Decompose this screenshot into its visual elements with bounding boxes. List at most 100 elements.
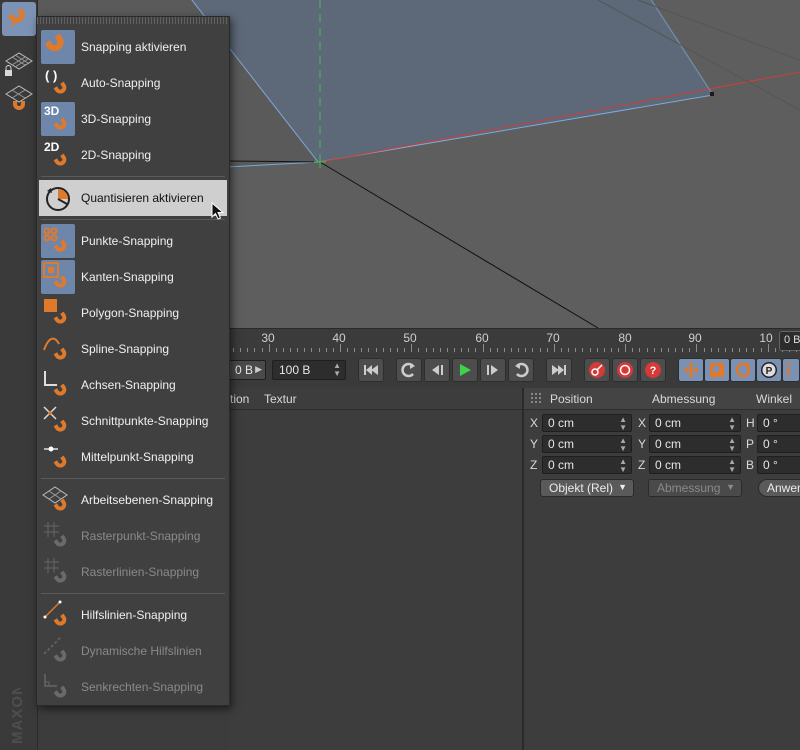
menu-item-achsen-snapping[interactable]: Achsen-Snapping bbox=[39, 367, 227, 403]
transport-bar: 0 B ▶ 100 B ▲ ▼ ? P bbox=[228, 353, 800, 387]
position-z-field[interactable]: 0 cm ▲ ▼ bbox=[542, 456, 632, 474]
apply-button-label: Anwenden bbox=[767, 481, 800, 495]
key-parameter-button[interactable]: P bbox=[756, 358, 782, 382]
edge-snap-icon bbox=[41, 260, 75, 294]
position-y-field[interactable]: 0 cm ▲ ▼ bbox=[542, 435, 632, 453]
tick-mark bbox=[710, 348, 712, 352]
svg-text:?: ? bbox=[650, 365, 657, 377]
menu-item-3d-snapping[interactable]: 3D 3D-Snapping bbox=[39, 101, 227, 137]
spinner-icon: ▲ ▼ bbox=[728, 415, 736, 432]
play-button[interactable] bbox=[452, 358, 478, 382]
tick-mark bbox=[275, 348, 277, 352]
menu-item-mittelpunkt-snapping[interactable]: Mittelpunkt-Snapping bbox=[39, 439, 227, 475]
chevron-down-icon: ▼ bbox=[726, 482, 735, 492]
step-forward-key-button[interactable] bbox=[508, 358, 534, 382]
record-key-button[interactable] bbox=[584, 358, 610, 382]
menu-item-rasterlinien-snapping[interactable]: Rasterlinien-Snapping bbox=[39, 554, 227, 590]
key-position-button[interactable] bbox=[678, 358, 704, 382]
menu-item-arbeitsebenen-snapping[interactable]: Arbeitsebenen-Snapping bbox=[39, 482, 227, 518]
position-x-field[interactable]: 0 cm ▲ ▼ bbox=[542, 414, 632, 432]
menu-item-label: Kanten-Snapping bbox=[81, 270, 174, 284]
column-header-texture[interactable]: Textur bbox=[264, 392, 297, 406]
guide-snap-icon bbox=[41, 598, 75, 632]
tick-mark bbox=[297, 348, 299, 352]
menu-item-spline-snapping[interactable]: Spline-Snapping bbox=[39, 331, 227, 367]
tick-mark bbox=[361, 348, 363, 352]
previous-frame-button[interactable] bbox=[424, 358, 450, 382]
menu-item-label: 3D-Snapping bbox=[81, 112, 152, 126]
tick-label: 50 bbox=[403, 331, 417, 345]
tick-mark bbox=[746, 348, 748, 352]
column-header-fragment[interactable]: tion bbox=[230, 392, 249, 406]
menu-grip[interactable] bbox=[37, 17, 229, 24]
tick-mark bbox=[382, 348, 384, 352]
svg-text:( ): ( ) bbox=[45, 68, 57, 83]
size-mode-dropdown[interactable]: Abmessung ▼ bbox=[648, 479, 742, 497]
menu-item-auto-snapping[interactable]: ( ) Auto-Snapping bbox=[39, 65, 227, 101]
menu-item-schnittpunkte-snapping[interactable]: Schnittpunkte-Snapping bbox=[39, 403, 227, 439]
tick-mark bbox=[774, 348, 776, 352]
menu-item-dynamische-hilfslinien[interactable]: Dynamische Hilfslinien bbox=[39, 633, 227, 669]
workplane-icon bbox=[5, 85, 33, 110]
tick-mark bbox=[375, 348, 377, 352]
tick-mark bbox=[268, 344, 270, 352]
end-frame-field[interactable]: 100 B ▲ ▼ bbox=[272, 360, 346, 380]
tick-mark bbox=[304, 348, 306, 352]
tick-mark bbox=[475, 348, 477, 352]
go-to-end-button[interactable] bbox=[546, 358, 572, 382]
apply-button[interactable]: Anwenden bbox=[758, 479, 800, 497]
grid-point-snap-icon bbox=[41, 519, 75, 553]
coordinate-mode-dropdown[interactable]: Objekt (Rel) ▼ bbox=[540, 479, 634, 497]
magnet-icon bbox=[8, 8, 25, 26]
menu-item-label: Auto-Snapping bbox=[81, 76, 161, 90]
key-scale-button[interactable] bbox=[704, 358, 730, 382]
timeline-ruler[interactable]: 30 40 50 60 70 80 90 10 bbox=[228, 328, 800, 352]
key-rotation-button[interactable] bbox=[730, 358, 756, 382]
quantize-icon bbox=[41, 181, 75, 215]
tick-mark bbox=[354, 348, 356, 352]
start-frame-field[interactable]: 0 B ▶ bbox=[228, 360, 266, 380]
go-to-start-button[interactable] bbox=[358, 358, 384, 382]
menu-item-quantisieren-aktivieren[interactable]: Quantisieren aktivieren bbox=[39, 180, 227, 216]
menu-item-2d-snapping[interactable]: 2D 2D-Snapping bbox=[39, 137, 227, 173]
next-frame-button[interactable] bbox=[480, 358, 506, 382]
snapping-toggle-button[interactable] bbox=[2, 2, 36, 36]
tick-mark bbox=[589, 348, 591, 352]
menu-item-polygon-snapping[interactable]: Polygon-Snapping bbox=[39, 295, 227, 331]
question-icon: ? bbox=[645, 362, 661, 378]
menu-item-label: Snapping aktivieren bbox=[81, 40, 187, 54]
key-point-level-button[interactable] bbox=[782, 358, 800, 382]
current-frame-field[interactable]: 0 B bbox=[779, 331, 800, 351]
rotation-b-label: B bbox=[746, 458, 755, 472]
tick-mark bbox=[625, 344, 627, 352]
size-header: Abmessung bbox=[652, 392, 716, 406]
axis-snap-icon bbox=[41, 368, 75, 402]
brand-text: MAXON CINEMA 4D bbox=[9, 688, 26, 744]
workplane-lock-button[interactable] bbox=[2, 44, 36, 78]
menu-item-label: Mittelpunkt-Snapping bbox=[81, 450, 194, 464]
tick-mark bbox=[703, 348, 705, 352]
rotation-h-field[interactable]: 0 ° bbox=[757, 414, 800, 432]
menu-item-hilfslinien-snapping[interactable]: Hilfslinien-Snapping bbox=[39, 597, 227, 633]
step-back-key-button[interactable] bbox=[396, 358, 422, 382]
size-x-field[interactable]: 0 cm ▲ ▼ bbox=[649, 414, 741, 432]
menu-item-rasterpunkt-snapping[interactable]: Rasterpunkt-Snapping bbox=[39, 518, 227, 554]
rotation-p-field[interactable]: 0 ° bbox=[757, 435, 800, 453]
size-y-field[interactable]: 0 cm ▲ ▼ bbox=[649, 435, 741, 453]
menu-item-kanten-snapping[interactable]: Kanten-Snapping bbox=[39, 259, 227, 295]
key-help-button[interactable]: ? bbox=[640, 358, 666, 382]
menu-item-senkrechten-snapping[interactable]: Senkrechten-Snapping bbox=[39, 669, 227, 705]
position-y-value: 0 cm bbox=[548, 437, 575, 451]
auto-key-button[interactable] bbox=[612, 358, 638, 382]
rotation-p-label: P bbox=[746, 437, 755, 451]
menu-item-punkte-snapping[interactable]: Punkte-Snapping bbox=[39, 223, 227, 259]
menu-item-snapping-aktivieren[interactable]: Snapping aktivieren bbox=[39, 29, 227, 65]
auto-snap-icon: ( ) bbox=[41, 66, 75, 100]
tick-mark bbox=[389, 348, 391, 352]
rotation-b-field[interactable]: 0 ° bbox=[757, 456, 800, 474]
size-z-field[interactable]: 0 cm ▲ ▼ bbox=[649, 456, 741, 474]
spinner-icon: ▲ ▼ bbox=[619, 415, 627, 432]
object-manager[interactable]: tion Textur bbox=[228, 388, 522, 750]
tick-mark bbox=[653, 348, 655, 352]
workplane-snap-button[interactable] bbox=[2, 80, 36, 114]
